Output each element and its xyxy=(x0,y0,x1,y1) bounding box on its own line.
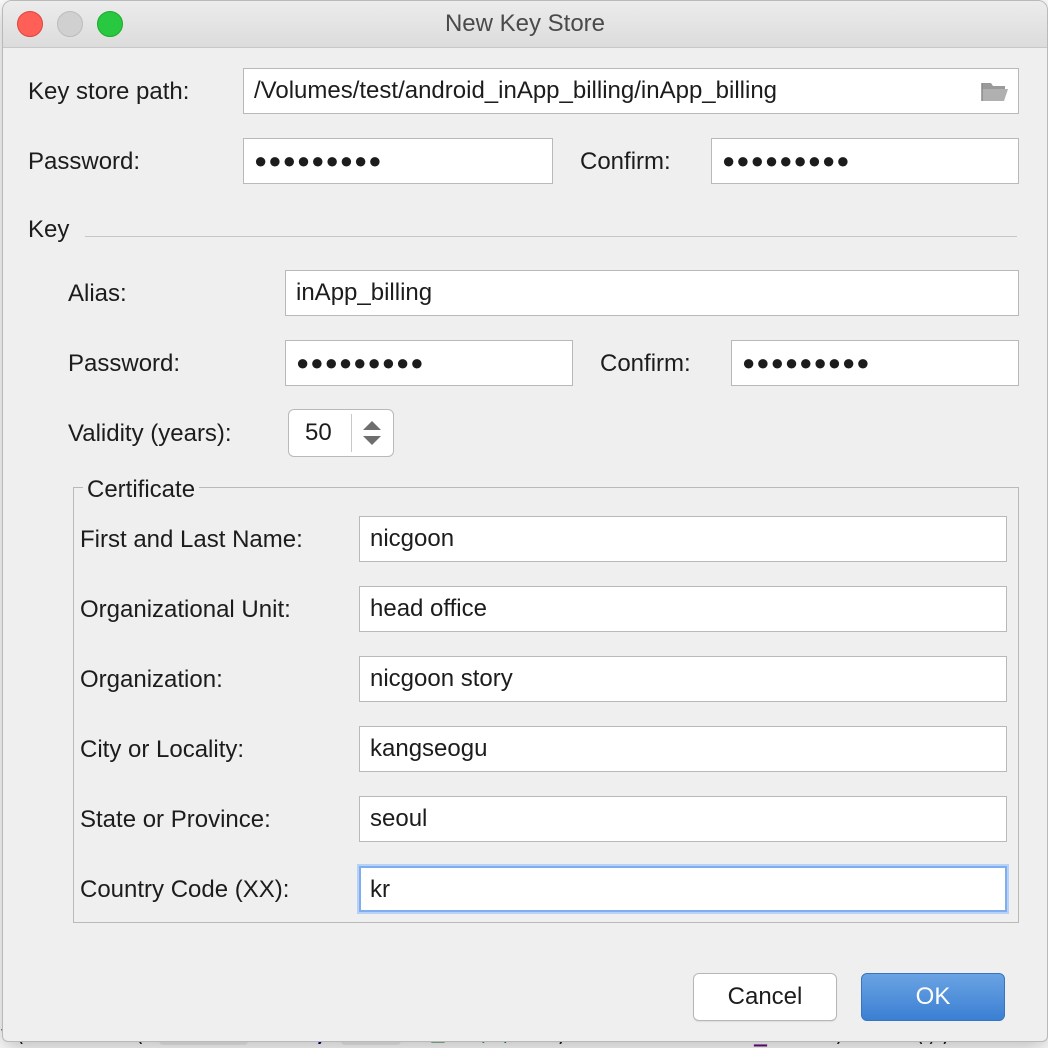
key-section-label: Key xyxy=(28,216,70,243)
key-store-path-value: /Volumes/test/android_inApp_billing/inAp… xyxy=(254,77,778,104)
validity-value: 50 xyxy=(305,419,332,446)
keystore-password-input[interactable]: ●●●●●●●●● xyxy=(243,138,553,184)
alias-label: Alias: xyxy=(68,280,127,307)
up-down-arrows-icon[interactable] xyxy=(359,418,385,448)
key-confirm-input[interactable]: ●●●●●●●●● xyxy=(731,340,1019,386)
keystore-password-label: Password: xyxy=(28,148,141,175)
folder-open-icon[interactable] xyxy=(980,79,1010,103)
cert-city-label: City or Locality: xyxy=(80,736,245,763)
cert-state-input[interactable]: seoul xyxy=(359,796,1007,842)
validity-label: Validity (years): xyxy=(68,420,232,447)
key-confirm-label: Confirm: xyxy=(600,350,691,377)
alias-input[interactable]: inApp_billing xyxy=(285,270,1019,316)
cert-country-label: Country Code (XX): xyxy=(80,876,290,903)
validity-stepper[interactable]: 50 xyxy=(288,409,394,457)
certificate-legend: Certificate xyxy=(83,475,200,505)
cert-org-unit-input[interactable]: head office xyxy=(359,586,1007,632)
key-section-divider xyxy=(85,236,1017,237)
key-password-label: Password: xyxy=(68,350,181,377)
cert-name-label: First and Last Name: xyxy=(80,526,303,553)
title-bar: New Key Store xyxy=(3,1,1047,48)
key-store-path-label: Key store path: xyxy=(28,78,190,105)
cancel-button[interactable]: Cancel xyxy=(693,973,837,1021)
cert-city-input[interactable]: kangseogu xyxy=(359,726,1007,772)
cert-org-unit-label: Organizational Unit: xyxy=(80,596,291,623)
keystore-confirm-label: Confirm: xyxy=(580,148,671,175)
cert-name-input[interactable]: nicgoon xyxy=(359,516,1007,562)
window-title: New Key Store xyxy=(444,10,606,37)
key-password-input[interactable]: ●●●●●●●●● xyxy=(285,340,573,386)
cert-org-input[interactable]: nicgoon story xyxy=(359,656,1007,702)
key-store-path-input[interactable]: /Volumes/test/android_inApp_billing/inAp… xyxy=(243,68,1019,114)
keystore-confirm-input[interactable]: ●●●●●●●●● xyxy=(711,138,1019,184)
cert-country-input[interactable]: kr xyxy=(359,866,1007,912)
stepper-divider xyxy=(351,414,352,452)
ok-button[interactable]: OK xyxy=(861,973,1005,1021)
cert-org-label: Organization: xyxy=(80,666,223,693)
cert-state-label: State or Province: xyxy=(80,806,271,833)
new-key-store-dialog: New Key Store Key store path: /Volumes/t… xyxy=(2,0,1048,1042)
